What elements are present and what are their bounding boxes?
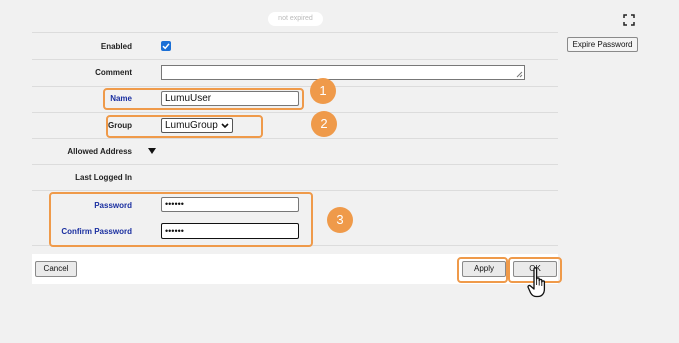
- row-divider: [32, 190, 558, 191]
- cancel-button[interactable]: Cancel: [35, 261, 77, 277]
- row-divider: [32, 86, 558, 87]
- password-fields-highlight: [49, 192, 313, 247]
- password-status-badge: not expired: [268, 12, 323, 26]
- top-strip: [0, 0, 679, 32]
- apply-button-highlight: [457, 257, 508, 283]
- row-divider: [32, 164, 558, 165]
- group-field-highlight: [106, 115, 263, 138]
- allowed-address-label: Allowed Address: [67, 147, 132, 156]
- expire-password-button[interactable]: Expire Password: [567, 37, 638, 52]
- hand-pointer-cursor-icon: [527, 267, 546, 298]
- comment-label: Comment: [95, 68, 132, 77]
- name-field-highlight: [103, 88, 304, 110]
- row-divider: [32, 112, 558, 113]
- row-divider: [32, 32, 558, 33]
- comment-textarea[interactable]: [161, 65, 525, 80]
- row-divider: [32, 59, 558, 60]
- resize-grip-icon[interactable]: [516, 71, 523, 78]
- expand-triangle-icon[interactable]: [148, 148, 156, 154]
- fullscreen-icon[interactable]: [623, 14, 635, 26]
- row-divider: [32, 138, 558, 139]
- callout-badge-3: 3: [327, 207, 353, 233]
- check-icon: [162, 43, 170, 50]
- callout-badge-2: 2: [311, 111, 337, 137]
- enabled-checkbox[interactable]: [161, 41, 171, 51]
- enabled-label: Enabled: [100, 42, 132, 51]
- last-logged-in-label: Last Logged In: [75, 173, 132, 182]
- callout-badge-1: 1: [310, 78, 336, 104]
